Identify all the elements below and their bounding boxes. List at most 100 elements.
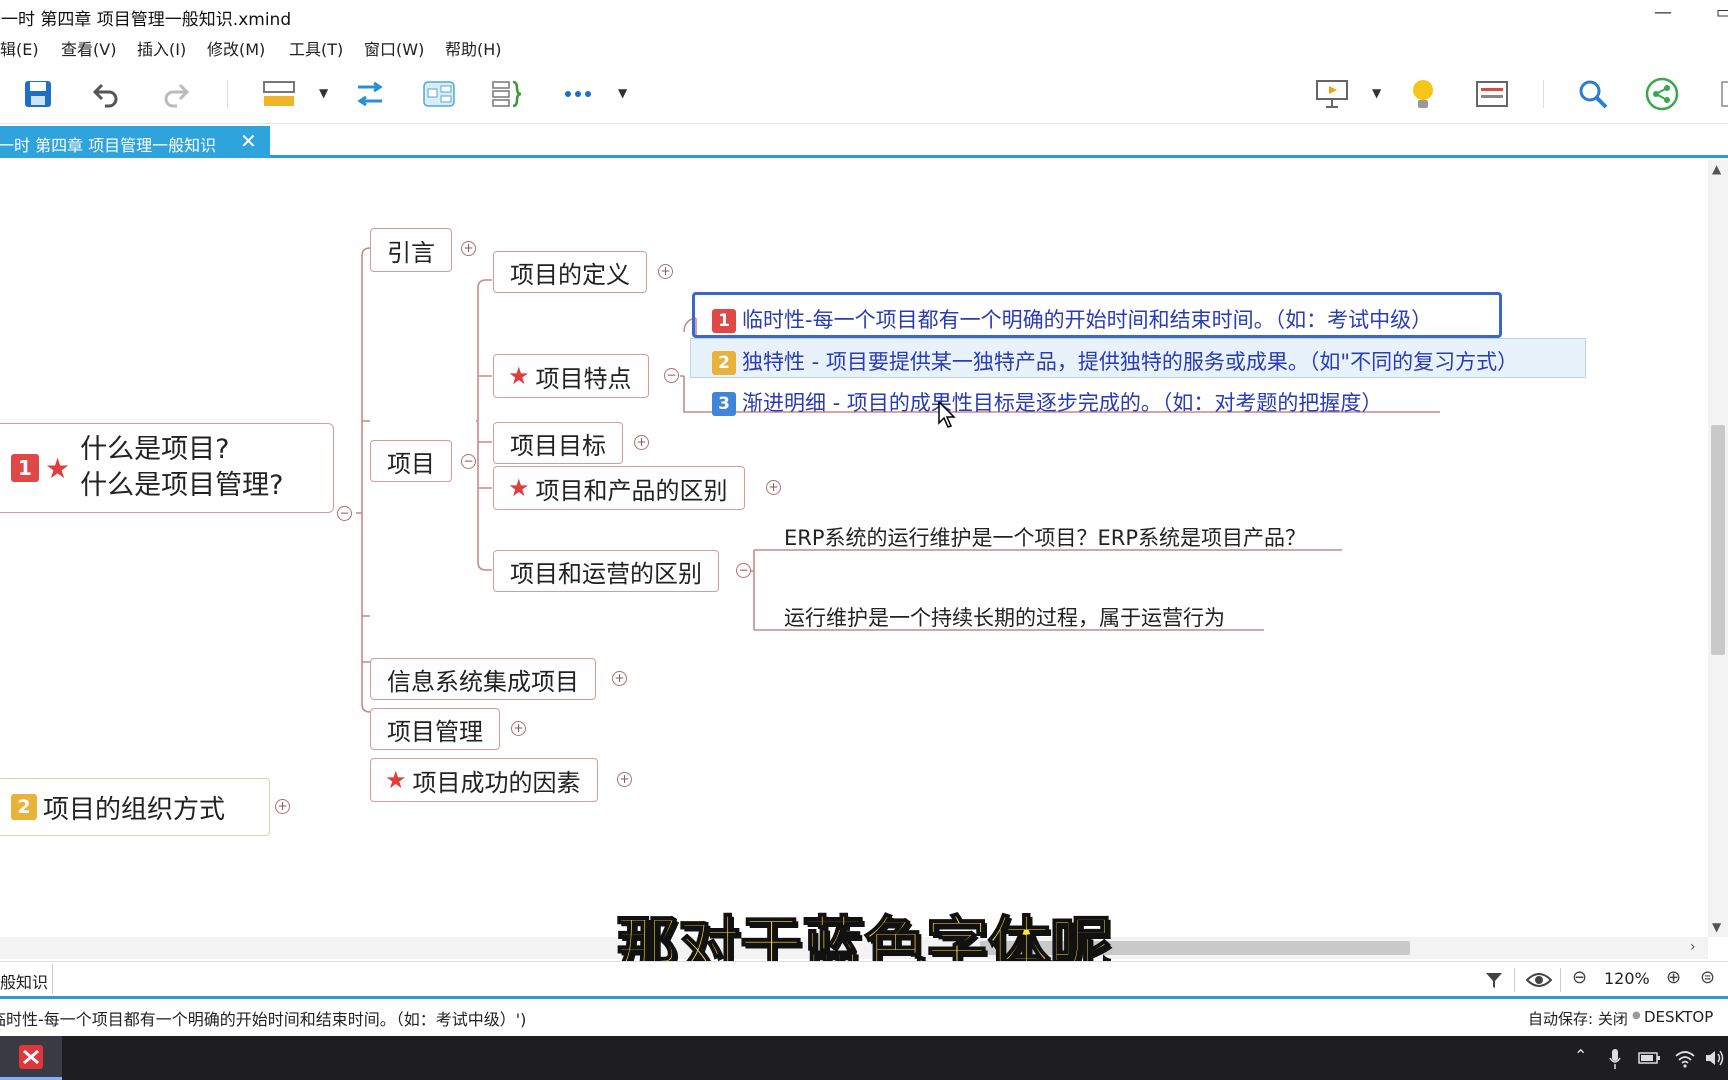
boundary-icon[interactable] bbox=[419, 74, 459, 114]
relationship-icon[interactable] bbox=[350, 74, 390, 114]
tedian-item-2[interactable]: 2 独特性 - 项目要提供某一独特产品，提供独特的服务或成果。（如"不同的复习方式… bbox=[712, 346, 1518, 376]
topic-chanpin-label: 项目和产品的区别 bbox=[535, 476, 728, 505]
chevron-down-icon[interactable]: ▼ bbox=[1372, 86, 1381, 100]
root-topic-1-text: 什么是项目? 什么是项目管理? bbox=[80, 432, 283, 504]
scroll-up-icon[interactable]: ▲ bbox=[1712, 162, 1721, 176]
collapse-toggle[interactable]: − bbox=[736, 563, 751, 578]
expand-toggle[interactable]: + bbox=[275, 799, 290, 814]
share-icon[interactable] bbox=[1642, 74, 1682, 114]
root-topic-1-line1: 什么是项目? bbox=[80, 434, 230, 465]
idea-icon[interactable] bbox=[1403, 74, 1443, 114]
priority-1-badge: 1 bbox=[11, 454, 39, 482]
vertical-scrollbar[interactable]: ▲ ▼ bbox=[1708, 160, 1728, 937]
menu-edit[interactable]: 编辑(E) bbox=[0, 36, 39, 60]
priority-2-badge: 2 bbox=[712, 351, 736, 375]
zoom-in-icon[interactable]: ⊕ bbox=[1666, 967, 1681, 988]
machine-name: DESKTOP bbox=[1644, 1008, 1714, 1026]
topic-chanpin[interactable]: ★ 项目和产品的区别 bbox=[493, 466, 745, 510]
volume-icon[interactable] bbox=[1704, 1048, 1726, 1068]
sidebar-toggle-icon[interactable] bbox=[1708, 74, 1728, 114]
topic-chenggong[interactable]: ★ 项目成功的因素 bbox=[370, 758, 598, 802]
priority-2-badge: 2 bbox=[11, 794, 37, 820]
toolbar: ▼ ▼ ▼ bbox=[0, 62, 1728, 124]
yunying-item-1[interactable]: ERP系统的运行维护是一个项目？ERP系统是项目产品？ bbox=[784, 522, 1306, 552]
topic-dingyi[interactable]: 项目的定义 bbox=[493, 251, 647, 293]
star-icon: ★ bbox=[508, 474, 530, 502]
undo-icon[interactable] bbox=[86, 74, 126, 114]
menu-help[interactable]: 帮助(H) bbox=[445, 36, 502, 60]
close-icon[interactable]: ✕ bbox=[240, 129, 257, 153]
redo-icon[interactable] bbox=[156, 74, 196, 114]
expand-toggle[interactable]: + bbox=[612, 671, 627, 686]
collapse-toggle[interactable]: − bbox=[337, 506, 352, 521]
xmind-app-icon bbox=[19, 1044, 43, 1069]
topic-mubiao[interactable]: 项目目标 bbox=[493, 422, 623, 464]
topic-yinyan[interactable]: 引言 bbox=[370, 228, 452, 272]
xmind-taskbar-app[interactable] bbox=[0, 1036, 62, 1080]
tedian-item-1-text: 临时性-每一个项目都有一个明确的开始时间和结束时间。（如：考试中级） bbox=[742, 308, 1433, 332]
summary-icon[interactable] bbox=[487, 74, 527, 114]
star-icon: ★ bbox=[508, 362, 530, 390]
menu-bar: 编辑(E) 查看(V) 插入(I) 修改(M) 工具(T) 窗口(W) 帮助(H… bbox=[0, 33, 1728, 61]
toolbar-separator bbox=[1514, 968, 1515, 992]
root-topic-2[interactable]: 2 项目的组织方式 bbox=[0, 778, 270, 836]
topic-tedian[interactable]: ★ 项目特点 bbox=[493, 354, 649, 398]
zoom-out-icon[interactable]: ⊖ bbox=[1572, 967, 1587, 988]
topic-xinxi[interactable]: 信息系统集成项目 bbox=[370, 658, 596, 700]
mouse-cursor-icon bbox=[938, 401, 956, 428]
collapse-toggle[interactable]: − bbox=[664, 368, 679, 383]
xmind-window: { "window": { "title": "第一时 第四章 项目管理一般知识… bbox=[0, 0, 1728, 1080]
filter-icon[interactable] bbox=[1484, 970, 1504, 990]
menu-tools[interactable]: 工具(T) bbox=[289, 36, 343, 60]
minimize-button[interactable]: — bbox=[1654, 2, 1672, 23]
expand-toggle[interactable]: + bbox=[617, 772, 632, 787]
wifi-icon[interactable] bbox=[1674, 1048, 1696, 1068]
eye-icon[interactable] bbox=[1526, 970, 1552, 990]
menu-view[interactable]: 查看(V) bbox=[61, 36, 116, 60]
title-bar: 第一时 第四章 项目管理一般知识.xmind — ▭ bbox=[0, 0, 1728, 32]
sheet-bar: 一般知识 ⊖ 120% ⊕ ⊜ bbox=[0, 961, 1728, 999]
star-icon: ★ bbox=[45, 451, 71, 485]
toolbar-separator bbox=[227, 80, 228, 108]
vertical-scroll-thumb[interactable] bbox=[1711, 425, 1725, 655]
topic-chenggong-label: 项目成功的因素 bbox=[412, 768, 581, 797]
menu-insert[interactable]: 插入(I) bbox=[137, 36, 186, 60]
menu-modify[interactable]: 修改(M) bbox=[207, 36, 265, 60]
expand-toggle[interactable]: + bbox=[511, 721, 526, 736]
yunying-item-2[interactable]: 运行维护是一个持续长期的过程，属于运营行为 bbox=[784, 602, 1225, 632]
star-icon: ★ bbox=[385, 766, 407, 794]
expand-toggle[interactable]: + bbox=[658, 264, 673, 279]
microphone-icon[interactable] bbox=[1608, 1048, 1622, 1070]
expand-toggle[interactable]: + bbox=[461, 241, 476, 256]
window-title: 第一时 第四章 项目管理一般知识.xmind bbox=[0, 10, 292, 30]
maximize-button[interactable]: ▭ bbox=[1716, 2, 1728, 23]
chevron-down-icon[interactable]: ▼ bbox=[618, 86, 627, 100]
mindmap-canvas[interactable]: 1 ★ 什么是项目? 什么是项目管理? − 引言 + 项目 − 信息系统集成项目… bbox=[0, 160, 1708, 937]
zoom-level: 120% bbox=[1604, 969, 1650, 988]
status-text: 临时性-每一个项目都有一个明确的开始时间和结束时间。（如：考试中级）') bbox=[0, 1010, 527, 1029]
more-icon[interactable] bbox=[558, 74, 598, 114]
topic-guanli[interactable]: 项目管理 bbox=[370, 708, 500, 750]
presentation-icon[interactable] bbox=[1312, 74, 1352, 114]
topic-style-icon[interactable] bbox=[259, 74, 299, 114]
chevron-down-icon[interactable]: ▼ bbox=[319, 86, 328, 100]
status-bar: 临时性-每一个项目都有一个明确的开始时间和结束时间。（如：考试中级）') 自动保… bbox=[0, 1000, 1728, 1034]
collapse-toggle[interactable]: − bbox=[461, 454, 476, 469]
expand-toggle[interactable]: + bbox=[634, 435, 649, 450]
menu-window[interactable]: 窗口(W) bbox=[364, 36, 424, 60]
root-topic-1[interactable]: 1 ★ 什么是项目? 什么是项目管理? bbox=[0, 423, 334, 513]
topic-xiangmu[interactable]: 项目 bbox=[370, 440, 452, 482]
tedian-item-3[interactable]: 3 渐进明细 - 项目的成果性目标是逐步完成的。（如：对考题的把握度） bbox=[712, 387, 1382, 417]
tab-document[interactable]: 第一时 第四章 项目管理一般知识 ✕ bbox=[0, 126, 270, 158]
tedian-item-1[interactable]: 1 临时性-每一个项目都有一个明确的开始时间和结束时间。（如：考试中级） bbox=[712, 304, 1432, 334]
sheet-tab[interactable]: 一般知识 bbox=[0, 969, 48, 993]
panel-icon[interactable] bbox=[1472, 74, 1512, 114]
save-icon[interactable] bbox=[18, 74, 58, 114]
search-icon[interactable] bbox=[1573, 74, 1613, 114]
fit-icon[interactable]: ⊜ bbox=[1700, 967, 1715, 988]
battery-icon[interactable] bbox=[1638, 1050, 1662, 1066]
autosave-status[interactable]: 自动保存: 关闭 bbox=[1528, 1008, 1628, 1029]
chevron-up-icon[interactable]: ⌃ bbox=[1574, 1046, 1587, 1065]
expand-toggle[interactable]: + bbox=[766, 480, 781, 495]
topic-yunying[interactable]: 项目和运营的区别 bbox=[493, 550, 719, 592]
